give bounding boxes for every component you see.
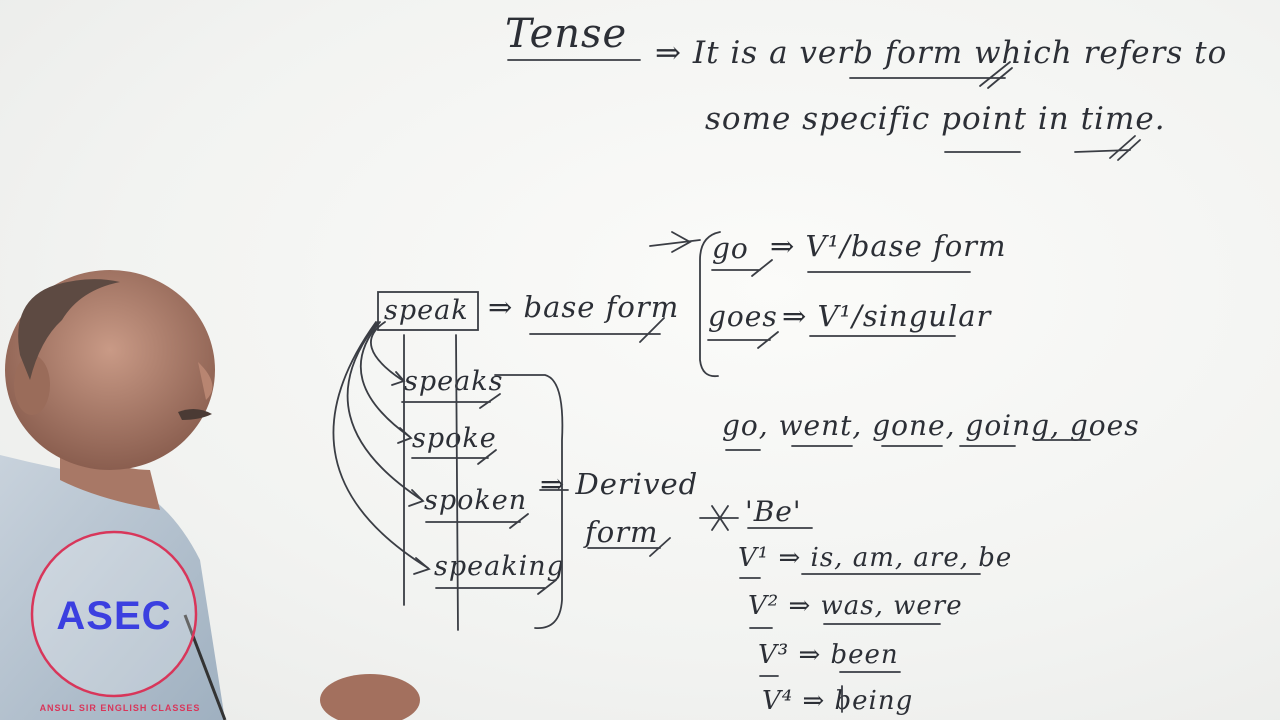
be-v4: V⁴ ⇒ being	[762, 686, 914, 716]
logo-subtext: ANSUL SIR ENGLISH CLASSES	[39, 703, 201, 713]
be-v3: V³ ⇒ been	[758, 640, 899, 670]
go-word: go	[712, 232, 749, 265]
definition-line-2: some specific point in time.	[705, 101, 1166, 137]
derived-label-line-2: form	[585, 515, 659, 549]
be-heading: 'Be'	[745, 495, 802, 528]
goes-word: goes	[708, 300, 778, 333]
teacher-hand	[320, 674, 420, 720]
definition-line-1: ⇒ It is a verb form which refers to	[655, 35, 1228, 71]
derived-form-spoken: spoken	[424, 485, 528, 516]
be-v2: V² ⇒ was, were	[748, 591, 963, 621]
tense-term: Tense	[505, 11, 628, 57]
be-v1: V¹ ⇒ is, am, are, be	[738, 543, 1013, 573]
derived-form-speaking: speaking	[434, 551, 565, 582]
logo-text: ASEC	[56, 594, 172, 638]
verb-forms-list: go, went, gone, going, goes	[722, 409, 1140, 442]
derived-form-spoke: spoke	[412, 423, 497, 454]
derived-label-line-1: ⇒ Derived	[540, 467, 699, 501]
base-form-label: ⇒ base form	[488, 290, 680, 324]
go-label: ⇒ V¹/base form	[770, 229, 1007, 263]
goes-label: ⇒ V¹/singular	[782, 299, 992, 333]
